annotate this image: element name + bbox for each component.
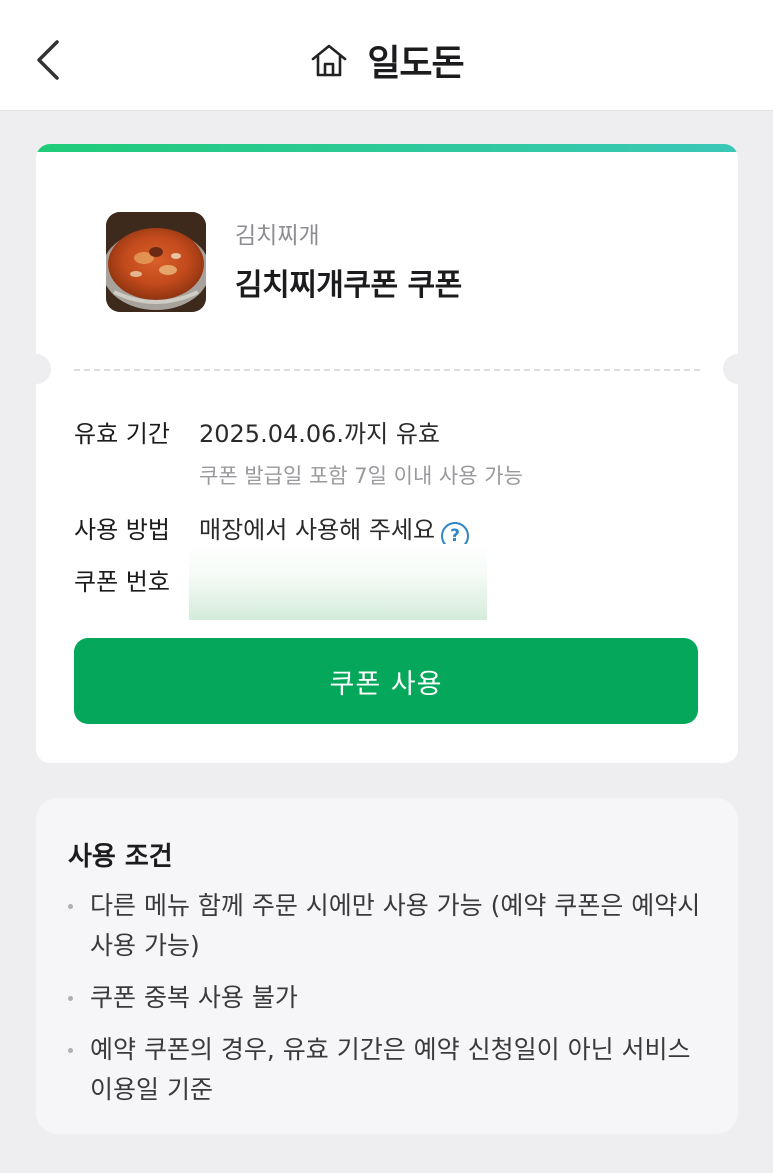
terms-title: 사용 조건	[68, 842, 173, 872]
terms-item: 쿠폰 중복 사용 불가	[68, 978, 708, 1018]
ticket-notch-right	[723, 354, 738, 384]
terms-item: 예약 쿠폰의 경우, 유효 기간은 예약 신청일이 아닌 서비스 이용일 기준	[68, 1030, 708, 1110]
coupon-category: 김치찌개	[235, 223, 320, 249]
home-icon	[312, 44, 347, 77]
top-header: 일도돈	[0, 0, 773, 111]
terms-list: 다른 메뉴 함께 주문 시에만 사용 가능 (예약 쿠폰은 예약시 사용 가능)…	[68, 886, 708, 1122]
coupon-name: 김치찌개쿠폰 쿠폰	[235, 268, 462, 303]
usage-method-text: 매장에서 사용해 주세요	[199, 516, 436, 544]
title-bar: 일도돈	[0, 30, 773, 90]
coupon-card: 김치찌개 김치찌개쿠폰 쿠폰 유효 기간 2025.04.06.까지 유효 쿠폰…	[36, 144, 738, 763]
coupon-number-label: 쿠폰 번호	[74, 568, 170, 596]
validity-note: 쿠폰 발급일 포함 7일 이내 사용 가능	[199, 464, 523, 488]
ticket-divider	[74, 369, 700, 371]
coupon-food-image	[106, 212, 206, 312]
page-title: 일도돈	[367, 43, 464, 84]
terms-item: 다른 메뉴 함께 주문 시에만 사용 가능 (예약 쿠폰은 예약시 사용 가능)	[68, 886, 708, 966]
validity-label: 유효 기간	[74, 420, 170, 448]
usage-method-label: 사용 방법	[74, 516, 170, 544]
coupon-number-redacted	[189, 544, 487, 620]
use-coupon-button[interactable]: 쿠폰 사용	[74, 638, 698, 724]
terms-card: 사용 조건 다른 메뉴 함께 주문 시에만 사용 가능 (예약 쿠폰은 예약시 …	[36, 798, 738, 1134]
validity-value: 2025.04.06.까지 유효	[199, 420, 440, 448]
ticket-notch-left	[36, 354, 51, 384]
coupon-accent-bar	[36, 144, 738, 152]
